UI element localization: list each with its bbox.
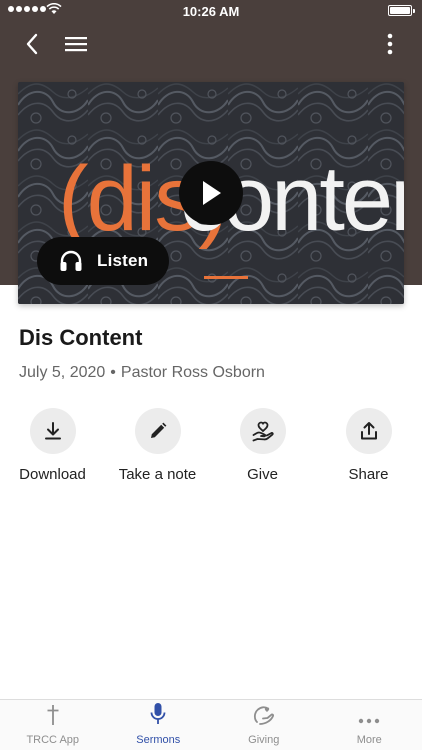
share-button[interactable]	[345, 408, 392, 454]
status-bar: 10:26 AM	[0, 0, 422, 22]
take-note-action[interactable]: Take a note	[105, 408, 210, 483]
microphone-icon	[150, 703, 166, 724]
tab-bar: TRCC App Sermons Giving More	[0, 699, 422, 750]
give-button[interactable]	[239, 408, 286, 454]
navigation-bar	[0, 22, 422, 66]
status-time: 10:26 AM	[182, 4, 240, 19]
play-icon	[203, 181, 221, 205]
tab-giving-label: Giving	[248, 734, 280, 746]
give-label: Give	[247, 466, 278, 483]
share-icon	[360, 422, 377, 440]
hand-heart-icon	[252, 421, 274, 442]
menu-button[interactable]	[60, 28, 92, 60]
more-options-button[interactable]	[374, 28, 406, 60]
sermon-title: Dis Content	[19, 325, 143, 350]
battery-icon	[388, 5, 415, 16]
listen-button[interactable]: Listen	[37, 237, 169, 285]
download-icon	[44, 422, 61, 440]
sermon-detail-screen: 10:26 AM (dis) conte Listen Dis Content …	[0, 0, 422, 750]
headphones-icon	[60, 250, 82, 271]
download-label: Download	[19, 466, 86, 483]
download-button[interactable]	[29, 408, 76, 454]
sermon-date: July 5, 2020	[19, 364, 106, 381]
pencil-icon	[150, 422, 166, 438]
take-note-label: Take a note	[118, 466, 197, 483]
cross-icon	[47, 705, 59, 725]
tab-trcc-app[interactable]: TRCC App	[0, 700, 106, 750]
vertical-dots-icon	[387, 33, 393, 55]
listen-label: Listen	[97, 251, 149, 270]
giving-icon	[253, 706, 274, 725]
share-action[interactable]: Share	[316, 408, 421, 483]
download-action[interactable]: Download	[0, 408, 105, 483]
tab-more-label: More	[356, 734, 382, 746]
tab-giving[interactable]: Giving	[211, 700, 317, 750]
chevron-left-icon	[26, 33, 38, 55]
take-note-button[interactable]	[134, 408, 181, 454]
hamburger-icon	[65, 37, 87, 52]
action-row: Download Take a note Give Share	[0, 408, 422, 488]
back-button[interactable]	[16, 28, 48, 60]
horizontal-dots-icon	[359, 718, 380, 724]
tab-sermons[interactable]: Sermons	[106, 700, 212, 750]
share-label: Share	[348, 466, 389, 483]
sermon-speaker: Pastor Ross Osborn	[120, 364, 265, 381]
sermon-meta: July 5, 2020 • Pastor Ross Osborn	[19, 364, 265, 382]
tab-more[interactable]: More	[317, 700, 422, 750]
tab-sermons-label: Sermons	[136, 734, 181, 746]
sermon-artwork[interactable]: (dis) content Listen	[18, 82, 404, 304]
give-action[interactable]: Give	[210, 408, 315, 483]
artwork-underline	[204, 276, 248, 279]
play-button[interactable]	[179, 161, 243, 225]
tab-trcc-app-label: TRCC App	[26, 734, 80, 746]
meta-separator: •	[110, 364, 116, 381]
